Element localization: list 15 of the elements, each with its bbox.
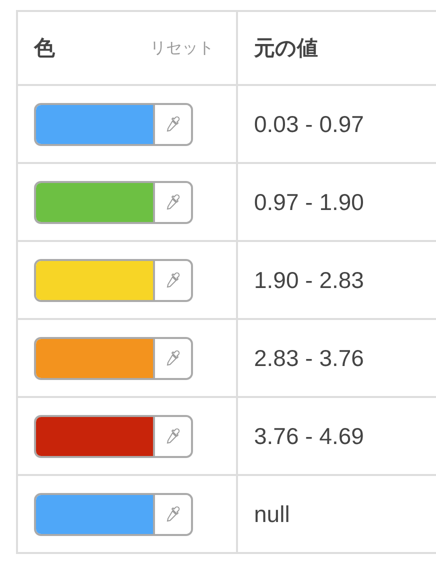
color-picker[interactable]: [34, 492, 193, 536]
color-picker[interactable]: [34, 414, 193, 458]
table-cell: null: [254, 500, 290, 528]
color-picker[interactable]: [34, 258, 193, 302]
color-picker[interactable]: [34, 180, 193, 224]
column-header: 元の値: [254, 35, 318, 62]
color-picker[interactable]: [34, 102, 193, 146]
color-picker[interactable]: [34, 336, 193, 380]
table-cell: 3.76 - 4.69: [254, 422, 364, 450]
reset-button[interactable]: リセット: [150, 38, 214, 58]
column-header: 色: [34, 35, 55, 62]
table-cell: 1.90 - 2.83: [254, 266, 364, 294]
table-cell: 2.83 - 3.76: [254, 344, 364, 372]
table-cell: 0.03 - 0.97: [254, 110, 364, 138]
table-cell: 0.97 - 1.90: [254, 188, 364, 216]
